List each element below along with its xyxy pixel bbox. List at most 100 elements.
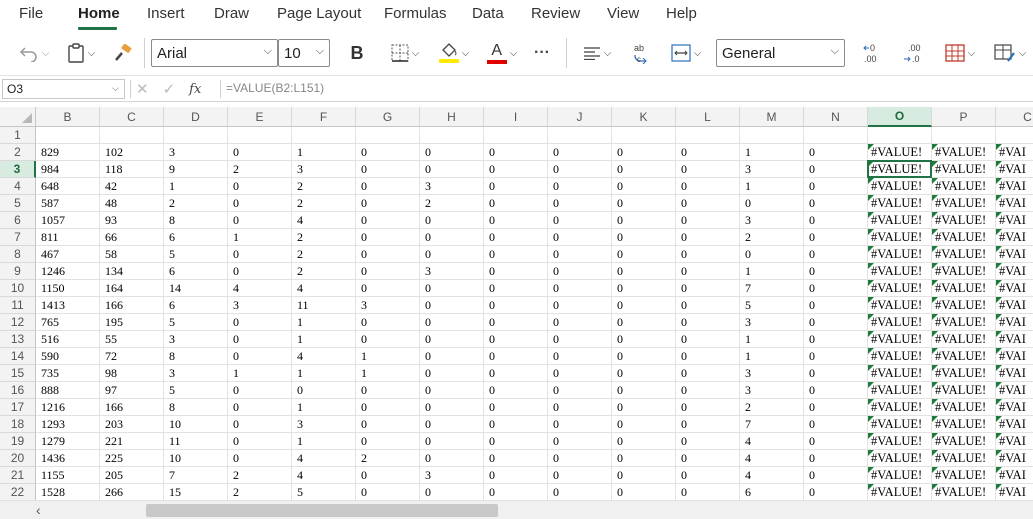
cell-c10[interactable]: #VAI [996,280,1033,297]
cell-n17[interactable]: 0 [804,399,868,416]
conditional-formatting-button[interactable]: ⌵ [940,42,980,64]
cell-g12[interactable]: 0 [356,314,420,331]
column-header-d[interactable]: D [164,107,228,127]
cell-d3[interactable]: 9 [164,161,228,178]
cell-n14[interactable]: 0 [804,348,868,365]
cell-i14[interactable]: 0 [484,348,548,365]
cell-i10[interactable]: 0 [484,280,548,297]
cell-c5[interactable]: 48 [100,195,164,212]
cell-o9[interactable]: #VALUE! [868,263,932,280]
menu-home[interactable]: Home [78,5,120,22]
cell-i12[interactable]: 0 [484,314,548,331]
cell-c11[interactable]: 166 [100,297,164,314]
menu-review[interactable]: Review [531,5,580,22]
cell-f12[interactable]: 1 [292,314,356,331]
cell-h12[interactable]: 0 [420,314,484,331]
cell-h1[interactable] [420,127,484,144]
cell-i4[interactable]: 0 [484,178,548,195]
cell-l14[interactable]: 0 [676,348,740,365]
row-header[interactable]: 18 [0,416,36,433]
row-header[interactable]: 1 [0,127,36,144]
cell-i7[interactable]: 0 [484,229,548,246]
cell-b13[interactable]: 516 [36,331,100,348]
cell-c9[interactable]: 134 [100,263,164,280]
cell-l16[interactable]: 0 [676,382,740,399]
cell-i3[interactable]: 0 [484,161,548,178]
cell-n2[interactable]: 0 [804,144,868,161]
cell-o4[interactable]: #VALUE! [868,178,932,195]
cell-n15[interactable]: 0 [804,365,868,382]
cell-c17[interactable]: 166 [100,399,164,416]
cell-g3[interactable]: 0 [356,161,420,178]
cell-m11[interactable]: 5 [740,297,804,314]
column-header-h[interactable]: H [420,107,484,127]
cell-e1[interactable] [228,127,292,144]
menu-help[interactable]: Help [666,5,697,22]
cell-d22[interactable]: 15 [164,484,228,501]
cell-n21[interactable]: 0 [804,467,868,484]
cell-j17[interactable]: 0 [548,399,612,416]
cell-e19[interactable]: 0 [228,433,292,450]
cell-o19[interactable]: #VALUE! [868,433,932,450]
cell-p22[interactable]: #VALUE! [932,484,996,501]
cell-f19[interactable]: 1 [292,433,356,450]
cell-f3[interactable]: 3 [292,161,356,178]
cell-b21[interactable]: 1155 [36,467,100,484]
cell-n4[interactable]: 0 [804,178,868,195]
cell-p17[interactable]: #VALUE! [932,399,996,416]
cell-c15[interactable]: 98 [100,365,164,382]
cell-e7[interactable]: 1 [228,229,292,246]
cell-h14[interactable]: 0 [420,348,484,365]
column-header-g[interactable]: G [356,107,420,127]
cell-p7[interactable]: #VALUE! [932,229,996,246]
cell-p6[interactable]: #VALUE! [932,212,996,229]
cell-j2[interactable]: 0 [548,144,612,161]
paste-button[interactable]: ⌵ [62,42,100,64]
row-header[interactable]: 16 [0,382,36,399]
row-header[interactable]: 19 [0,433,36,450]
cell-k21[interactable]: 0 [612,467,676,484]
cell-p8[interactable]: #VALUE! [932,246,996,263]
cell-j5[interactable]: 0 [548,195,612,212]
cell-b19[interactable]: 1279 [36,433,100,450]
cell-c20[interactable]: #VAI [996,450,1033,467]
cell-i11[interactable]: 0 [484,297,548,314]
row-header[interactable]: 5 [0,195,36,212]
cell-c11[interactable]: #VAI [996,297,1033,314]
bold-button[interactable]: B [344,40,370,66]
cell-b16[interactable]: 888 [36,382,100,399]
cell-n19[interactable]: 0 [804,433,868,450]
name-box[interactable]: O3 ⌵ [2,79,125,99]
cell-m6[interactable]: 3 [740,212,804,229]
cell-m7[interactable]: 2 [740,229,804,246]
cell-d9[interactable]: 6 [164,263,228,280]
cell-c6[interactable]: 93 [100,212,164,229]
cell-i16[interactable]: 0 [484,382,548,399]
cell-i20[interactable]: 0 [484,450,548,467]
row-header[interactable]: 6 [0,212,36,229]
cell-p3[interactable]: #VALUE! [932,161,996,178]
cell-k5[interactable]: 0 [612,195,676,212]
cell-k1[interactable] [612,127,676,144]
cell-e21[interactable]: 2 [228,467,292,484]
cell-g1[interactable] [356,127,420,144]
cell-b8[interactable]: 467 [36,246,100,263]
cell-e11[interactable]: 3 [228,297,292,314]
cell-c12[interactable]: #VAI [996,314,1033,331]
cell-c16[interactable]: 97 [100,382,164,399]
align-button[interactable]: ⌵ [578,42,616,64]
cell-c12[interactable]: 195 [100,314,164,331]
cell-o15[interactable]: #VALUE! [868,365,932,382]
merge-center-button[interactable]: ⌵ [666,42,706,64]
number-format-select[interactable]: General ⌵ [716,39,845,67]
cell-o10[interactable]: #VALUE! [868,280,932,297]
cell-o18[interactable]: #VALUE! [868,416,932,433]
cell-c1[interactable] [100,127,164,144]
cell-g11[interactable]: 3 [356,297,420,314]
cell-m12[interactable]: 3 [740,314,804,331]
cell-k12[interactable]: 0 [612,314,676,331]
cell-o7[interactable]: #VALUE! [868,229,932,246]
cell-d18[interactable]: 10 [164,416,228,433]
cell-c1[interactable] [996,127,1033,144]
format-as-table-button[interactable]: ⌵ [990,42,1030,64]
